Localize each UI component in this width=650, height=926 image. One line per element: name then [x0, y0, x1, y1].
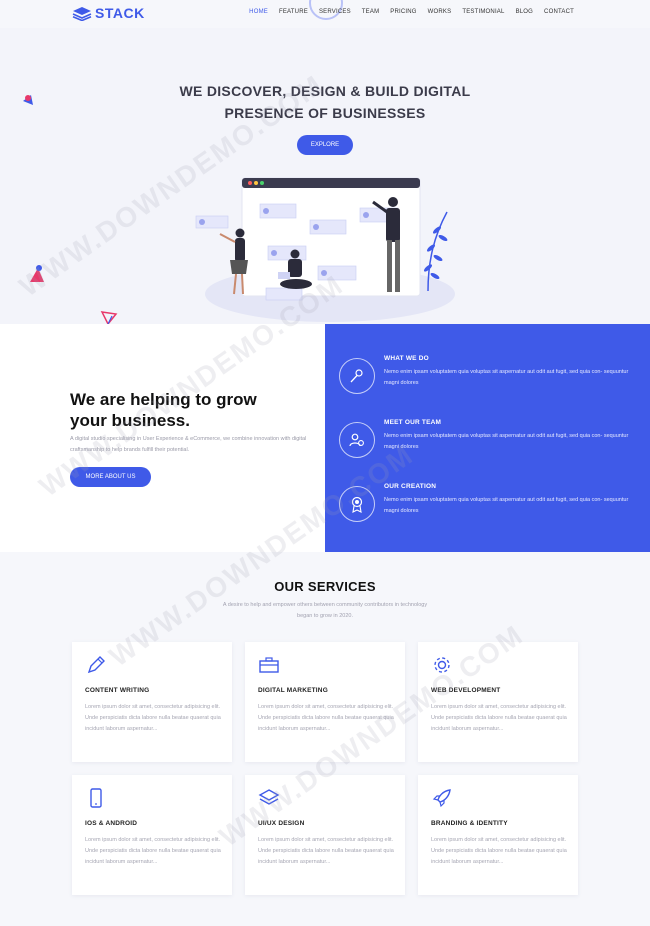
nav-item-blog[interactable]: BLOG	[516, 9, 533, 15]
stack-layers-icon	[72, 6, 92, 21]
services-subtitle-line2: began to grow in 2020.	[297, 613, 353, 619]
service-card-description: Lorem ipsum dolor sit amet, consectetur …	[85, 704, 221, 733]
service-card-content-writing[interactable]: CONTENT WRITING Lorem ipsum dolor sit am…	[72, 642, 232, 762]
nav-item-services[interactable]: SERVICES	[319, 9, 351, 15]
pencil-icon	[87, 656, 105, 674]
nav-item-feature[interactable]: FEATURE	[279, 9, 308, 15]
feature-title: OUR CREATION	[384, 483, 437, 490]
feature-what-we-do: WHAT WE DO Nemo enim ipsam voluptatem qu…	[339, 355, 639, 405]
about-description: A digital studio specialising in User Ex…	[70, 436, 307, 453]
about-title: We are helping to grow your business.	[70, 389, 257, 431]
nav-item-testimonial[interactable]: TESTIMONIAL	[462, 9, 504, 15]
service-card-description: Lorem ipsum dolor sit amet, consectetur …	[431, 837, 567, 866]
layers-icon	[258, 789, 280, 805]
service-card-title: IOS & ANDROID	[85, 820, 138, 827]
service-card-description: Lorem ipsum dolor sit amet, consectetur …	[85, 837, 221, 866]
service-card-uiux-design[interactable]: UI/UX DESIGN Lorem ipsum dolor sit amet,…	[245, 775, 405, 895]
services-section: OUR SERVICES A desire to help and empowe…	[0, 552, 650, 926]
mobile-icon	[90, 788, 102, 808]
rocket-icon	[432, 789, 451, 808]
feature-our-creation: OUR CREATION Nemo enim ipsam voluptatem …	[339, 483, 639, 533]
feature-description: Nemo enim ipsam voluptatem quia voluptas…	[384, 433, 629, 450]
services-subtitle: A desire to help and empower others betw…	[175, 600, 475, 622]
hero-illustration	[195, 177, 455, 322]
service-card-description: Lorem ipsum dolor sit amet, consectetur …	[258, 704, 394, 733]
service-card-description: Lorem ipsum dolor sit amet, consectetur …	[258, 837, 394, 866]
service-card-title: BRANDING & IDENTITY	[431, 820, 508, 827]
about-title-line1: We are helping to grow	[70, 390, 257, 409]
service-card-title: WEB DEVELOPMENT	[431, 687, 501, 694]
pink-cone-shape	[23, 95, 33, 105]
hero-section: WE DISCOVER, DESIGN & BUILD DIGITAL PRES…	[0, 28, 650, 326]
services-title: OUR SERVICES	[274, 579, 376, 594]
feature-meet-our-team: MEET OUR TEAM Nemo enim ipsam voluptatem…	[339, 419, 639, 469]
nav-item-contact[interactable]: CONTACT	[544, 9, 574, 15]
service-card-ios-android[interactable]: IOS & ANDROID Lorem ipsum dolor sit amet…	[72, 775, 232, 895]
features-panel: WHAT WE DO Nemo enim ipsam voluptatem qu…	[325, 324, 650, 552]
gear-icon	[434, 657, 450, 673]
main-menu: HOME FEATURE SERVICES TEAM PRICING WORKS…	[249, 9, 574, 15]
service-card-digital-marketing[interactable]: DIGITAL MARKETING Lorem ipsum dolor sit …	[245, 642, 405, 762]
top-navigation: STACK HOME FEATURE SERVICES TEAM PRICING…	[0, 0, 650, 28]
about-title-line2: your business.	[70, 411, 190, 430]
briefcase-icon	[259, 657, 279, 673]
logo-text: STACK	[95, 5, 145, 21]
hero-title-line1: WE DISCOVER, DESIGN & BUILD DIGITAL	[179, 83, 471, 99]
service-card-description: Lorem ipsum dolor sit amet, consectetur …	[431, 704, 567, 733]
pink-triangle-shape	[30, 265, 44, 282]
team-users-icon	[339, 422, 375, 458]
feature-description: Nemo enim ipsam voluptatem quia voluptas…	[384, 369, 629, 386]
explore-button[interactable]: EXPLORE	[297, 135, 353, 155]
nav-item-home[interactable]: HOME	[249, 9, 268, 15]
service-card-title: DIGITAL MARKETING	[258, 687, 328, 694]
services-subtitle-line1: A desire to help and empower others betw…	[222, 602, 428, 608]
feature-description: Nemo enim ipsam voluptatem quia voluptas…	[384, 497, 629, 514]
more-about-us-button[interactable]: MORE ABOUT US	[70, 467, 151, 487]
hero-title: WE DISCOVER, DESIGN & BUILD DIGITAL PRES…	[0, 80, 650, 124]
service-card-title: UI/UX DESIGN	[258, 820, 305, 827]
pen-nib-icon	[339, 358, 375, 394]
service-card-web-development[interactable]: WEB DEVELOPMENT Lorem ipsum dolor sit am…	[418, 642, 578, 762]
nav-item-team[interactable]: TEAM	[362, 9, 379, 15]
nav-item-works[interactable]: WORKS	[428, 9, 452, 15]
service-card-title: CONTENT WRITING	[85, 687, 150, 694]
logo[interactable]: STACK	[72, 5, 145, 21]
hero-title-line2: PRESENCE OF BUSINESSES	[224, 105, 426, 121]
feature-title: WHAT WE DO	[384, 355, 429, 362]
award-badge-icon	[339, 486, 375, 522]
service-card-branding-identity[interactable]: BRANDING & IDENTITY Lorem ipsum dolor si…	[418, 775, 578, 895]
nav-item-pricing[interactable]: PRICING	[390, 9, 416, 15]
feature-title: MEET OUR TEAM	[384, 419, 442, 426]
about-section: We are helping to grow your business. A …	[0, 324, 325, 552]
